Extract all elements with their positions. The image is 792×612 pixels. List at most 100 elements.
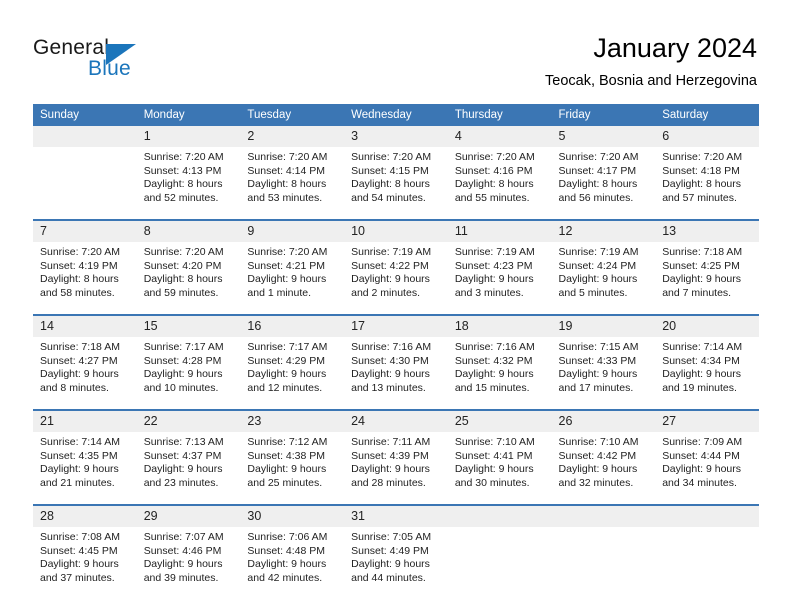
sunrise-text: Sunrise: 7:20 AM [247,151,328,163]
sunrise-text: Sunrise: 7:15 AM [558,341,639,353]
sunset-text: Sunset: 4:20 PM [143,259,222,272]
day-number: 10 [344,221,448,242]
day-cell[interactable]: 6 Sunrise: 7:20 AM Sunset: 4:18 PM Daylight… [655,126,759,220]
day-number [655,506,759,527]
day-cell[interactable]: 24 Sunrise: 7:11 AM Sunset: 4:39 PM Dayligh… [344,409,448,505]
day-cell[interactable]: 2 Sunrise: 7:20 AM Sunset: 4:14 PM Daylight… [240,126,345,220]
day-number [551,506,656,527]
sunset-text: Sunset: 4:38 PM [247,449,326,462]
day-cell[interactable]: 10 Sunrise: 7:19 AM Sunset: 4:22 PM Dayligh… [344,219,448,315]
daylight-text-line1: Daylight: 9 hours [558,273,638,285]
day-cell[interactable]: 20 Sunrise: 7:14 AM Sunset: 4:34 PM Dayligh… [655,314,759,410]
day-cell[interactable]: 23 Sunrise: 7:12 AM Sunset: 4:38 PM Dayligh… [240,409,345,505]
sunset-text: Sunset: 4:30 PM [351,354,429,367]
day-cell[interactable]: 19 Sunrise: 7:15 AM Sunset: 4:33 PM Dayligh… [551,314,656,410]
day-cell[interactable]: 30 Sunrise: 7:06 AM Sunset: 4:48 PM Dayligh… [240,504,345,599]
weekday-header-sunday: Sunday [33,104,137,126]
day-number: 12 [551,221,656,242]
day-cell[interactable]: 7 Sunrise: 7:20 AM Sunset: 4:19 PM Daylight… [33,219,137,315]
day-cell[interactable]: 8 Sunrise: 7:20 AM Sunset: 4:20 PM Daylight… [136,219,241,315]
daylight-text-line2: and 17 minutes. [558,381,634,394]
day-cell[interactable]: 1 Sunrise: 7:20 AM Sunset: 4:13 PM Daylight… [136,126,241,220]
day-cell[interactable]: 18 Sunrise: 7:16 AM Sunset: 4:32 PM Dayligh… [447,314,552,410]
sunrise-text: Sunrise: 7:20 AM [40,246,120,258]
daylight-text-line2: and 25 minutes. [247,476,323,489]
day-number: 18 [447,316,552,337]
day-cell[interactable]: 9 Sunrise: 7:20 AM Sunset: 4:21 PM Daylight… [240,219,345,315]
day-number: 20 [655,316,759,337]
title-block: January 2024 Teocak, Bosnia and Herzegov… [545,32,757,91]
sunrise-text: Sunrise: 7:20 AM [558,151,639,163]
day-cell[interactable]: 11 Sunrise: 7:19 AM Sunset: 4:23 PM Dayligh… [447,219,552,315]
calendar-table: Sunday Monday Tuesday Wednesday Thursday… [33,104,759,599]
daylight-text-line2: and 1 minute. [247,286,312,299]
day-details: Sunrise: 7:18 AM Sunset: 4:27 PM Daylight:… [33,337,137,409]
sunrise-text: Sunrise: 7:14 AM [662,341,743,353]
day-cell[interactable]: 29 Sunrise: 7:07 AM Sunset: 4:46 PM Dayligh… [136,504,241,599]
day-number: 15 [136,316,241,337]
daylight-text-line2: and 3 minutes. [454,286,524,299]
day-cell[interactable]: 28 Sunrise: 7:08 AM Sunset: 4:45 PM Dayligh… [33,504,137,599]
sunset-text: Sunset: 4:13 PM [143,164,222,177]
day-cell[interactable]: 26 Sunrise: 7:10 AM Sunset: 4:42 PM Dayligh… [551,409,656,505]
day-cell[interactable]: 25 Sunrise: 7:10 AM Sunset: 4:41 PM Dayligh… [447,409,552,505]
daylight-text-line2: and 7 minutes. [662,286,732,299]
sunrise-text: Sunrise: 7:07 AM [143,531,224,543]
day-number: 3 [344,126,448,147]
daylight-text-line1: Daylight: 8 hours [143,273,223,285]
day-details: Sunrise: 7:19 AM Sunset: 4:24 PM Daylight:… [552,242,656,314]
day-cell[interactable]: 31 Sunrise: 7:05 AM Sunset: 4:49 PM Dayligh… [344,504,448,599]
day-details: Sunrise: 7:20 AM Sunset: 4:14 PM Daylight:… [240,147,344,219]
sunrise-text: Sunrise: 7:10 AM [454,436,535,448]
calendar-week-row: 7 Sunrise: 7:20 AM Sunset: 4:19 PM Daylight… [33,219,759,315]
weekday-header-friday: Friday [551,104,656,126]
daylight-text-line1: Daylight: 9 hours [351,273,430,285]
day-cell[interactable]: 13 Sunrise: 7:18 AM Sunset: 4:25 PM Dayligh… [655,219,759,315]
sunset-text: Sunset: 4:18 PM [662,164,740,177]
daylight-text-line2: and 13 minutes. [351,381,426,394]
day-cell[interactable]: 21 Sunrise: 7:14 AM Sunset: 4:35 PM Dayligh… [33,409,137,505]
daylight-text-line1: Daylight: 8 hours [454,178,534,190]
day-cell[interactable]: 22 Sunrise: 7:13 AM Sunset: 4:37 PM Dayligh… [136,409,241,505]
daylight-text-line2: and 57 minutes. [662,191,737,204]
daylight-text-line1: Daylight: 9 hours [662,368,742,380]
day-cell-empty [655,504,759,599]
day-cell[interactable]: 12 Sunrise: 7:19 AM Sunset: 4:24 PM Dayligh… [551,219,656,315]
daylight-text-line1: Daylight: 9 hours [558,463,638,475]
day-cell[interactable]: 17 Sunrise: 7:16 AM Sunset: 4:30 PM Dayligh… [344,314,448,410]
sunset-text: Sunset: 4:41 PM [454,449,533,462]
general-blue-logo[interactable]: General Blue [33,36,213,88]
sunrise-text: Sunrise: 7:20 AM [143,151,224,163]
day-number: 14 [33,316,137,337]
daylight-text-line1: Daylight: 9 hours [40,368,119,380]
daylight-text-line1: Daylight: 9 hours [247,273,327,285]
day-details: Sunrise: 7:20 AM Sunset: 4:17 PM Daylight:… [552,147,656,219]
sunrise-text: Sunrise: 7:13 AM [143,436,224,448]
daylight-text-line2: and 58 minutes. [40,286,115,299]
daylight-text-line1: Daylight: 9 hours [454,273,534,285]
sunrise-text: Sunrise: 7:17 AM [143,341,224,353]
daylight-text-line1: Daylight: 9 hours [454,463,534,475]
daylight-text-line2: and 42 minutes. [247,571,323,584]
daylight-text-line2: and 5 minutes. [558,286,628,299]
day-number: 26 [551,411,656,432]
day-cell[interactable]: 14 Sunrise: 7:18 AM Sunset: 4:27 PM Dayligh… [33,314,137,410]
sunrise-text: Sunrise: 7:10 AM [558,436,639,448]
weekday-header-tuesday: Tuesday [240,104,345,126]
calendar-body: 1 Sunrise: 7:20 AM Sunset: 4:13 PM Daylight… [33,126,759,599]
day-cell[interactable]: 16 Sunrise: 7:17 AM Sunset: 4:29 PM Dayligh… [240,314,345,410]
day-details: Sunrise: 7:05 AM Sunset: 4:49 PM Daylight:… [344,527,448,599]
day-cell-empty [447,504,552,599]
day-cell[interactable]: 3 Sunrise: 7:20 AM Sunset: 4:15 PM Daylight… [344,126,448,220]
day-details [33,147,137,219]
day-number: 31 [344,506,448,527]
daylight-text-line1: Daylight: 8 hours [143,178,223,190]
day-cell[interactable]: 27 Sunrise: 7:09 AM Sunset: 4:44 PM Dayligh… [655,409,759,505]
day-cell[interactable]: 4 Sunrise: 7:20 AM Sunset: 4:16 PM Daylight… [447,126,552,220]
day-cell[interactable]: 5 Sunrise: 7:20 AM Sunset: 4:17 PM Daylight… [551,126,656,220]
calendar-header-row: Sunday Monday Tuesday Wednesday Thursday… [33,104,759,126]
daylight-text-line1: Daylight: 9 hours [143,558,223,570]
calendar-week-row: 1 Sunrise: 7:20 AM Sunset: 4:13 PM Daylight… [33,126,759,220]
day-details [552,527,656,599]
day-cell[interactable]: 15 Sunrise: 7:17 AM Sunset: 4:28 PM Dayligh… [136,314,241,410]
